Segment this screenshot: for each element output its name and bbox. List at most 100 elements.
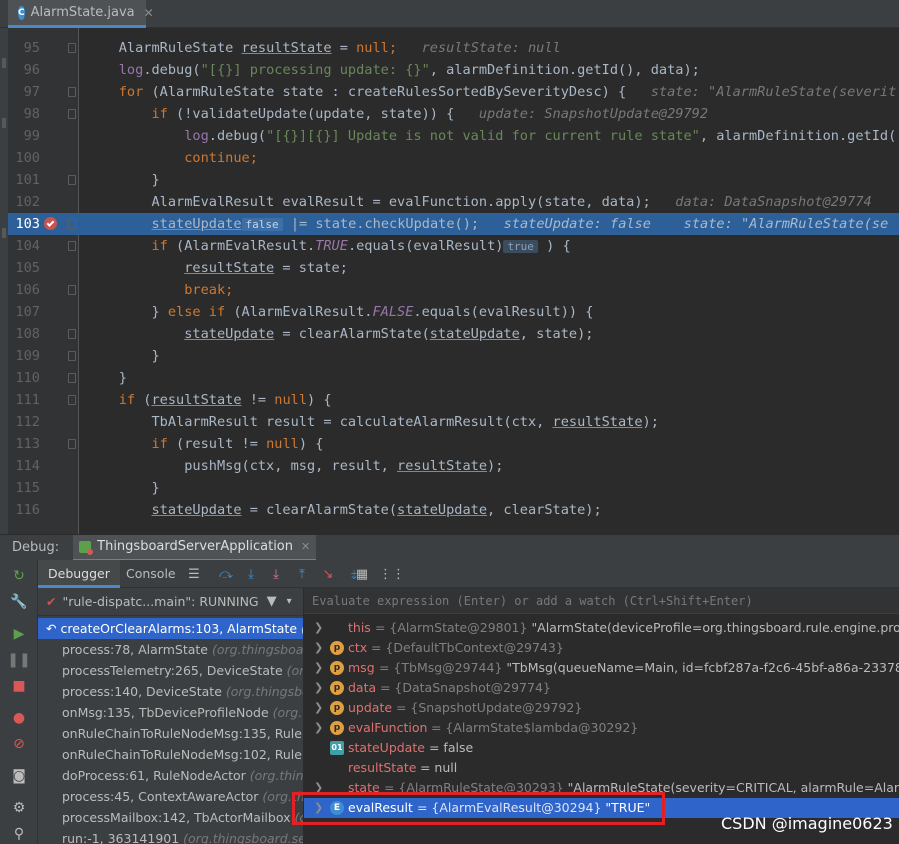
- mute-breakpoints-icon[interactable]: ⊘: [11, 736, 27, 752]
- line-number[interactable]: 115: [8, 477, 40, 499]
- evaluate-expression-icon[interactable]: ▦: [354, 566, 370, 582]
- close-icon[interactable]: ✕: [144, 6, 154, 20]
- code-line[interactable]: 105 resultState = state;: [8, 257, 899, 279]
- expand-arrow-icon[interactable]: ❯: [314, 638, 323, 658]
- line-number[interactable]: 104: [8, 235, 40, 257]
- fold-marker-icon[interactable]: [68, 87, 76, 97]
- pause-icon[interactable]: ❚❚: [7, 652, 30, 668]
- expand-arrow-icon[interactable]: ❯: [314, 658, 323, 678]
- pin-icon[interactable]: ⚲: [11, 826, 27, 842]
- fold-marker-icon[interactable]: [68, 43, 76, 53]
- code-line[interactable]: 108 stateUpdate = clearAlarmState(stateU…: [8, 323, 899, 345]
- line-number[interactable]: 113: [8, 433, 40, 455]
- line-number[interactable]: 102: [8, 191, 40, 213]
- code-line[interactable]: 95 AlarmRuleState resultState = null; re…: [8, 37, 899, 59]
- line-number[interactable]: 106: [8, 279, 40, 301]
- stack-frame-item[interactable]: process:140, DeviceState (org.thingsboar: [38, 681, 303, 702]
- code-line[interactable]: 116 stateUpdate = clearAlarmState(stateU…: [8, 499, 899, 521]
- thread-selector[interactable]: ✔ "rule-dispatc...main": RUNNING ▼ ▾: [38, 588, 303, 616]
- code-line[interactable]: 100 continue;: [8, 147, 899, 169]
- code-line[interactable]: 114 pushMsg(ctx, msg, result, resultStat…: [8, 455, 899, 477]
- fold-marker-icon[interactable]: [68, 351, 76, 361]
- line-number[interactable]: 114: [8, 455, 40, 477]
- line-number[interactable]: 100: [8, 147, 40, 169]
- fold-marker-icon[interactable]: [68, 175, 76, 185]
- editor-tab-alarmstate[interactable]: C AlarmState.java ✕: [8, 0, 154, 28]
- line-number[interactable]: 109: [8, 345, 40, 367]
- variable-row[interactable]: ❯ p evalFunction = {AlarmState$lambda@3029…: [304, 718, 899, 738]
- breakpoint-icon[interactable]: [44, 217, 57, 230]
- close-icon[interactable]: ✕: [301, 540, 310, 553]
- resume-icon[interactable]: ▶: [11, 626, 27, 642]
- line-number[interactable]: 97: [8, 81, 40, 103]
- variable-row[interactable]: 01 stateUpdate = false: [304, 738, 899, 758]
- code-line[interactable]: 107 } else if (AlarmEvalResult.FALSE.equ…: [8, 301, 899, 323]
- code-line[interactable]: 99 log.debug("[{}][{}] Update is not val…: [8, 125, 899, 147]
- step-into-icon[interactable]: ⤓: [243, 566, 259, 582]
- chevron-down-icon[interactable]: ▾: [287, 596, 292, 607]
- variable-row[interactable]: ❯ p ctx = {DefaultTbContext@29743}: [304, 638, 899, 658]
- step-over-icon[interactable]: ⤼: [218, 566, 234, 582]
- evaluate-expression-input[interactable]: Evaluate expression (Enter) or add a wat…: [304, 588, 899, 614]
- stack-frame-item[interactable]: onRuleChainToRuleNodeMsg:102, RuleNo: [38, 744, 303, 765]
- rerun-icon[interactable]: ↻: [11, 568, 27, 584]
- run-config-tab[interactable]: ThingsboardServerApplication ✕: [73, 534, 317, 561]
- code-line[interactable]: 106 break;: [8, 279, 899, 301]
- camera-icon[interactable]: ◙: [11, 768, 27, 784]
- code-line[interactable]: 98 if (!validateUpdate(update, state)) {…: [8, 103, 899, 125]
- line-number[interactable]: 110: [8, 367, 40, 389]
- fold-marker-icon[interactable]: [68, 373, 76, 383]
- line-number[interactable]: 107: [8, 301, 40, 323]
- code-line[interactable]: 113 if (result != null) {: [8, 433, 899, 455]
- view-breakpoints-icon[interactable]: ●: [11, 710, 27, 726]
- stop-icon[interactable]: ■: [11, 678, 27, 694]
- fold-marker-icon[interactable]: [68, 219, 76, 229]
- tab-debugger[interactable]: Debugger: [38, 560, 120, 588]
- code-line[interactable]: 101 }: [8, 169, 899, 191]
- code-line[interactable]: 97 for (AlarmRuleState state : createRul…: [8, 81, 899, 103]
- fold-marker-icon[interactable]: [68, 329, 76, 339]
- line-number[interactable]: 112: [8, 411, 40, 433]
- stack-frame-item[interactable]: process:78, AlarmState (org.thingsboard.: [38, 639, 303, 660]
- code-line[interactable]: 104 if (AlarmEvalResult.TRUE.equals(eval…: [8, 235, 899, 257]
- stack-frame-item[interactable]: onMsg:135, TbDeviceProfileNode (org.thi: [38, 702, 303, 723]
- stack-frame-item[interactable]: doProcess:61, RuleNodeActor (org.things: [38, 765, 303, 786]
- stack-frame-item[interactable]: processMailbox:142, TbActorMailbox (org: [38, 807, 303, 828]
- expand-arrow-icon[interactable]: ❯: [314, 618, 323, 638]
- stack-frame-item[interactable]: ↶createOrClearAlarms:103, AlarmState (or…: [38, 618, 303, 639]
- settings-gear-icon[interactable]: ⚙: [11, 800, 27, 816]
- drop-frame-icon[interactable]: ↘: [320, 566, 336, 582]
- layout-icon[interactable]: ⋮⋮: [379, 566, 405, 582]
- filter-icon[interactable]: ▼: [267, 594, 277, 609]
- line-number[interactable]: 111: [8, 389, 40, 411]
- variable-row[interactable]: ❯ p msg = {TbMsg@29744} "TbMsg(queueName=M…: [304, 658, 899, 678]
- code-line[interactable]: 110 }: [8, 367, 899, 389]
- fold-marker-icon[interactable]: [68, 439, 76, 449]
- code-line[interactable]: 103 stateUpdate false |= state.checkUpdat…: [8, 213, 899, 235]
- line-number[interactable]: 105: [8, 257, 40, 279]
- stack-frame-item[interactable]: process:45, ContextAwareActor (org.thing: [38, 786, 303, 807]
- tab-console[interactable]: Console: [116, 560, 186, 588]
- code-line[interactable]: 112 TbAlarmResult result = calculateAlar…: [8, 411, 899, 433]
- line-number[interactable]: 98: [8, 103, 40, 125]
- wrench-icon[interactable]: 🔧: [10, 594, 27, 610]
- stack-frame-item[interactable]: run:-1, 363141901 (org.thingsboard.serve: [38, 828, 303, 844]
- code-editor[interactable]: 95 AlarmRuleState resultState = null; re…: [8, 28, 899, 534]
- variable-row[interactable]: resultState = null: [304, 758, 899, 778]
- menu-icon[interactable]: ☰: [186, 566, 202, 582]
- force-step-into-icon[interactable]: ⤓: [268, 566, 284, 582]
- code-line[interactable]: 96 log.debug("[{}] processing update: {}…: [8, 59, 899, 81]
- expand-arrow-icon[interactable]: ❯: [314, 698, 323, 718]
- line-number[interactable]: 96: [8, 59, 40, 81]
- variable-row[interactable]: ❯ this = {AlarmState@29801} "AlarmState(d…: [304, 618, 899, 638]
- fold-marker-icon[interactable]: [68, 285, 76, 295]
- step-out-icon[interactable]: ⤒: [294, 566, 310, 582]
- fold-marker-icon[interactable]: [68, 109, 76, 119]
- code-line[interactable]: 102 AlarmEvalResult evalResult = evalFun…: [8, 191, 899, 213]
- line-number[interactable]: 95: [8, 37, 40, 59]
- stack-frame-item[interactable]: onRuleChainToRuleNodeMsg:135, RuleNo: [38, 723, 303, 744]
- code-line[interactable]: 115 }: [8, 477, 899, 499]
- expand-arrow-icon[interactable]: ❯: [314, 678, 323, 698]
- fold-marker-icon[interactable]: [68, 395, 76, 405]
- line-number[interactable]: 99: [8, 125, 40, 147]
